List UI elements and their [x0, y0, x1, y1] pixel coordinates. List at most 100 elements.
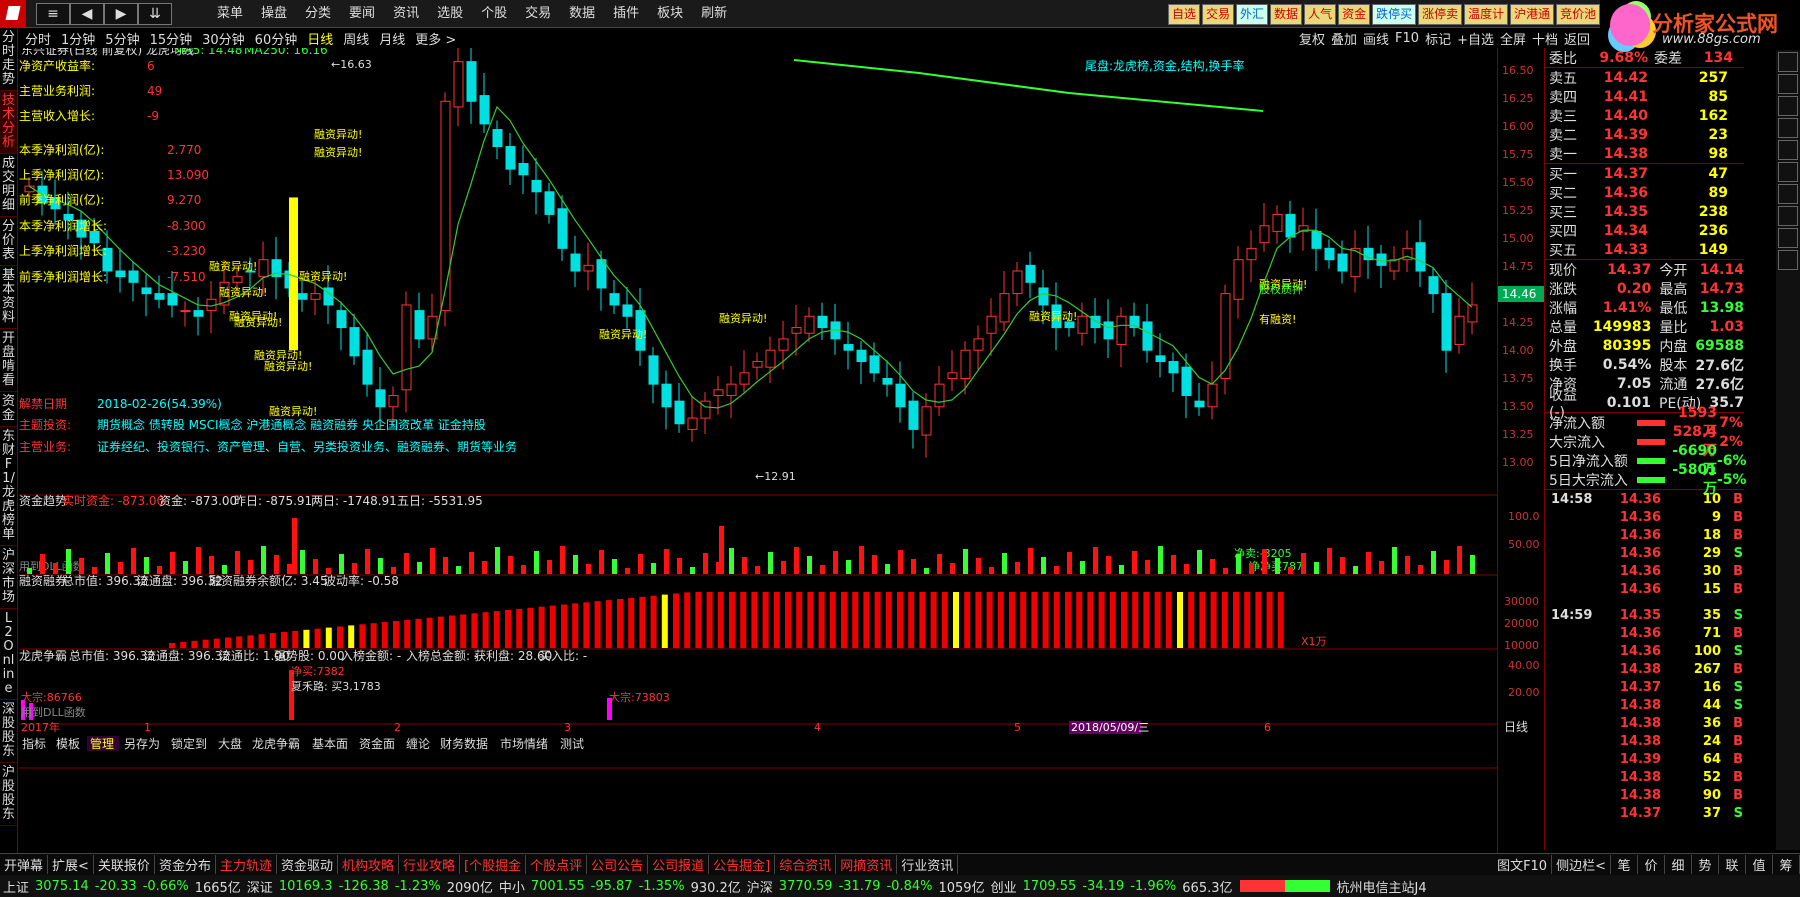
- quote-tab-1[interactable]: 价: [1638, 855, 1665, 874]
- chart-tool-1[interactable]: 叠加: [1328, 29, 1360, 48]
- info-tab-14[interactable]: 网摘资讯: [836, 855, 898, 874]
- toolbar-button-8[interactable]: 温度计: [1464, 4, 1509, 25]
- side-tool-icon[interactable]: [1778, 52, 1798, 72]
- period-tab-7[interactable]: 周线: [338, 29, 374, 48]
- period-tab-5[interactable]: 60分钟: [250, 29, 303, 48]
- info-tab-13[interactable]: 综合资讯: [775, 855, 837, 874]
- side-tool-icon[interactable]: [1778, 250, 1798, 270]
- forward-arrow-icon[interactable]: ▶: [104, 3, 138, 25]
- menu-list-icon[interactable]: ≡: [36, 3, 70, 25]
- period-tab-9[interactable]: 更多 >: [410, 29, 461, 48]
- toolbar-button-3[interactable]: 数据: [1270, 4, 1303, 25]
- period-tab-0[interactable]: 分时: [20, 29, 56, 48]
- kline-chart[interactable]: 融资异动! 融资异动! 融资异动! 融资异动! 融资异动! 融资异动! 融资异动! 融资异动!…: [19, 48, 1497, 853]
- index-name-1[interactable]: 深证: [244, 877, 276, 896]
- period-tab-3[interactable]: 15分钟: [145, 29, 198, 48]
- info-tab-4[interactable]: 主力轨迹: [216, 855, 277, 874]
- index-name-2[interactable]: 中小: [496, 877, 528, 896]
- menu-item-2[interactable]: 分类: [296, 0, 340, 28]
- info-tab-2[interactable]: 关联报价: [94, 855, 155, 874]
- side-tool-icon[interactable]: [1778, 206, 1798, 226]
- info-tab-15[interactable]: 行业资讯: [897, 855, 959, 874]
- toolbar-button-2[interactable]: 外汇: [1236, 4, 1269, 25]
- app-logo-icon[interactable]: [0, 0, 26, 28]
- info-tab-1[interactable]: 扩展<: [48, 855, 94, 874]
- chart-tool-0[interactable]: 复权: [1296, 29, 1328, 48]
- left-tab-10[interactable]: 深股股东: [0, 700, 17, 763]
- menu-item-4[interactable]: 资讯: [384, 0, 428, 28]
- sidebar-toggle[interactable]: 侧边栏<: [1552, 855, 1611, 874]
- quote-tab-4[interactable]: 联: [1719, 855, 1746, 874]
- info-tab-6[interactable]: 机构攻略: [338, 855, 399, 874]
- menu-item-7[interactable]: 交易: [516, 0, 560, 28]
- quote-tab-3[interactable]: 势: [1692, 855, 1719, 874]
- index-name-4[interactable]: 创业: [988, 877, 1020, 896]
- left-tab-2[interactable]: 成交明细: [0, 154, 17, 217]
- menu-item-0[interactable]: 菜单: [208, 0, 252, 28]
- menu-item-5[interactable]: 选股: [428, 0, 472, 28]
- side-tool-icon[interactable]: [1778, 140, 1798, 160]
- left-tab-3[interactable]: 分价表: [0, 217, 17, 266]
- left-tab-11[interactable]: 沪股股东: [0, 763, 17, 826]
- info-tab-9[interactable]: 个股点评: [526, 855, 588, 874]
- toolbar-button-9[interactable]: 沪港通: [1510, 4, 1555, 25]
- collapse-chevron-icon[interactable]: ⇊: [138, 3, 172, 25]
- period-tab-2[interactable]: 5分钟: [100, 29, 144, 48]
- chart-tool-6[interactable]: 全屏: [1497, 29, 1529, 48]
- period-tab-6[interactable]: 日线: [302, 29, 338, 48]
- period-tab-8[interactable]: 月线: [374, 29, 410, 48]
- info-tab-8[interactable]: [个股掘金: [460, 855, 527, 874]
- chart-tool-5[interactable]: +自选: [1454, 29, 1497, 48]
- left-tab-6[interactable]: 资金: [0, 392, 17, 427]
- index-name-3[interactable]: 沪深: [744, 877, 776, 896]
- back-arrow-icon[interactable]: ◀: [70, 3, 104, 25]
- chart-tool-7[interactable]: 十档: [1529, 29, 1561, 48]
- left-tab-1[interactable]: 技术分析: [0, 91, 17, 154]
- menu-item-1[interactable]: 操盘: [252, 0, 296, 28]
- index-name-0[interactable]: 上证: [0, 877, 32, 896]
- menu-item-8[interactable]: 数据: [560, 0, 604, 28]
- menu-item-10[interactable]: 板块: [648, 0, 692, 28]
- toolbar-button-1[interactable]: 交易: [1202, 4, 1235, 25]
- side-tool-icon[interactable]: [1778, 184, 1798, 204]
- left-tab-0[interactable]: 分时走势: [0, 28, 17, 91]
- quote-tab-0[interactable]: 笔: [1611, 855, 1638, 874]
- menu-item-11[interactable]: 刷新: [692, 0, 736, 28]
- quote-tab-6[interactable]: 筹: [1773, 855, 1800, 874]
- side-tool-icon[interactable]: [1778, 74, 1798, 94]
- toolbar-button-10[interactable]: 竞价池: [1556, 4, 1601, 25]
- left-tab-4[interactable]: 基本资料: [0, 266, 17, 329]
- info-tab-10[interactable]: 公司公告: [587, 855, 649, 874]
- menu-item-3[interactable]: 要闻: [340, 0, 384, 28]
- period-tab-4[interactable]: 30分钟: [197, 29, 250, 48]
- side-tool-icon[interactable]: [1778, 162, 1798, 182]
- left-tab-7[interactable]: 东财F1/龙虎榜单: [0, 427, 17, 546]
- chart-tool-4[interactable]: 标记: [1422, 29, 1454, 48]
- chart-tool-2[interactable]: 画线: [1360, 29, 1392, 48]
- toolbar-button-6[interactable]: 跌停买: [1372, 4, 1417, 25]
- menu-item-6[interactable]: 个股: [472, 0, 516, 28]
- toolbar-button-0[interactable]: 自选: [1168, 4, 1201, 25]
- left-tab-5[interactable]: 开盘啃看: [0, 329, 17, 392]
- info-tab-0[interactable]: 开弹幕: [0, 855, 49, 874]
- info-tab-3[interactable]: 资金分布: [155, 855, 216, 874]
- chart-tool-8[interactable]: 返回: [1561, 29, 1593, 48]
- left-tab-9[interactable]: L2 Online: [0, 609, 17, 700]
- menu-item-9[interactable]: 插件: [604, 0, 648, 28]
- info-tab-11[interactable]: 公司报道: [648, 855, 710, 874]
- graph-f10[interactable]: 图文F10: [1493, 855, 1553, 874]
- toolbar-button-4[interactable]: 人气: [1304, 4, 1337, 25]
- quote-tab-2[interactable]: 细: [1665, 855, 1692, 874]
- info-tab-12[interactable]: 公告掘金]: [709, 855, 776, 874]
- toolbar-button-7[interactable]: 涨停卖: [1418, 4, 1463, 25]
- quote-tab-5[interactable]: 值: [1746, 855, 1773, 874]
- side-tool-icon[interactable]: [1778, 96, 1798, 116]
- info-tab-7[interactable]: 行业攻略: [399, 855, 461, 874]
- info-tab-5[interactable]: 资金驱动: [277, 855, 338, 874]
- toolbar-button-5[interactable]: 资金: [1338, 4, 1371, 25]
- period-tab-1[interactable]: 1分钟: [56, 29, 100, 48]
- side-tool-icon[interactable]: [1778, 228, 1798, 248]
- left-tab-8[interactable]: 沪深市场: [0, 546, 17, 609]
- side-tool-icon[interactable]: [1778, 118, 1798, 138]
- chart-tool-3[interactable]: F10: [1392, 31, 1422, 46]
